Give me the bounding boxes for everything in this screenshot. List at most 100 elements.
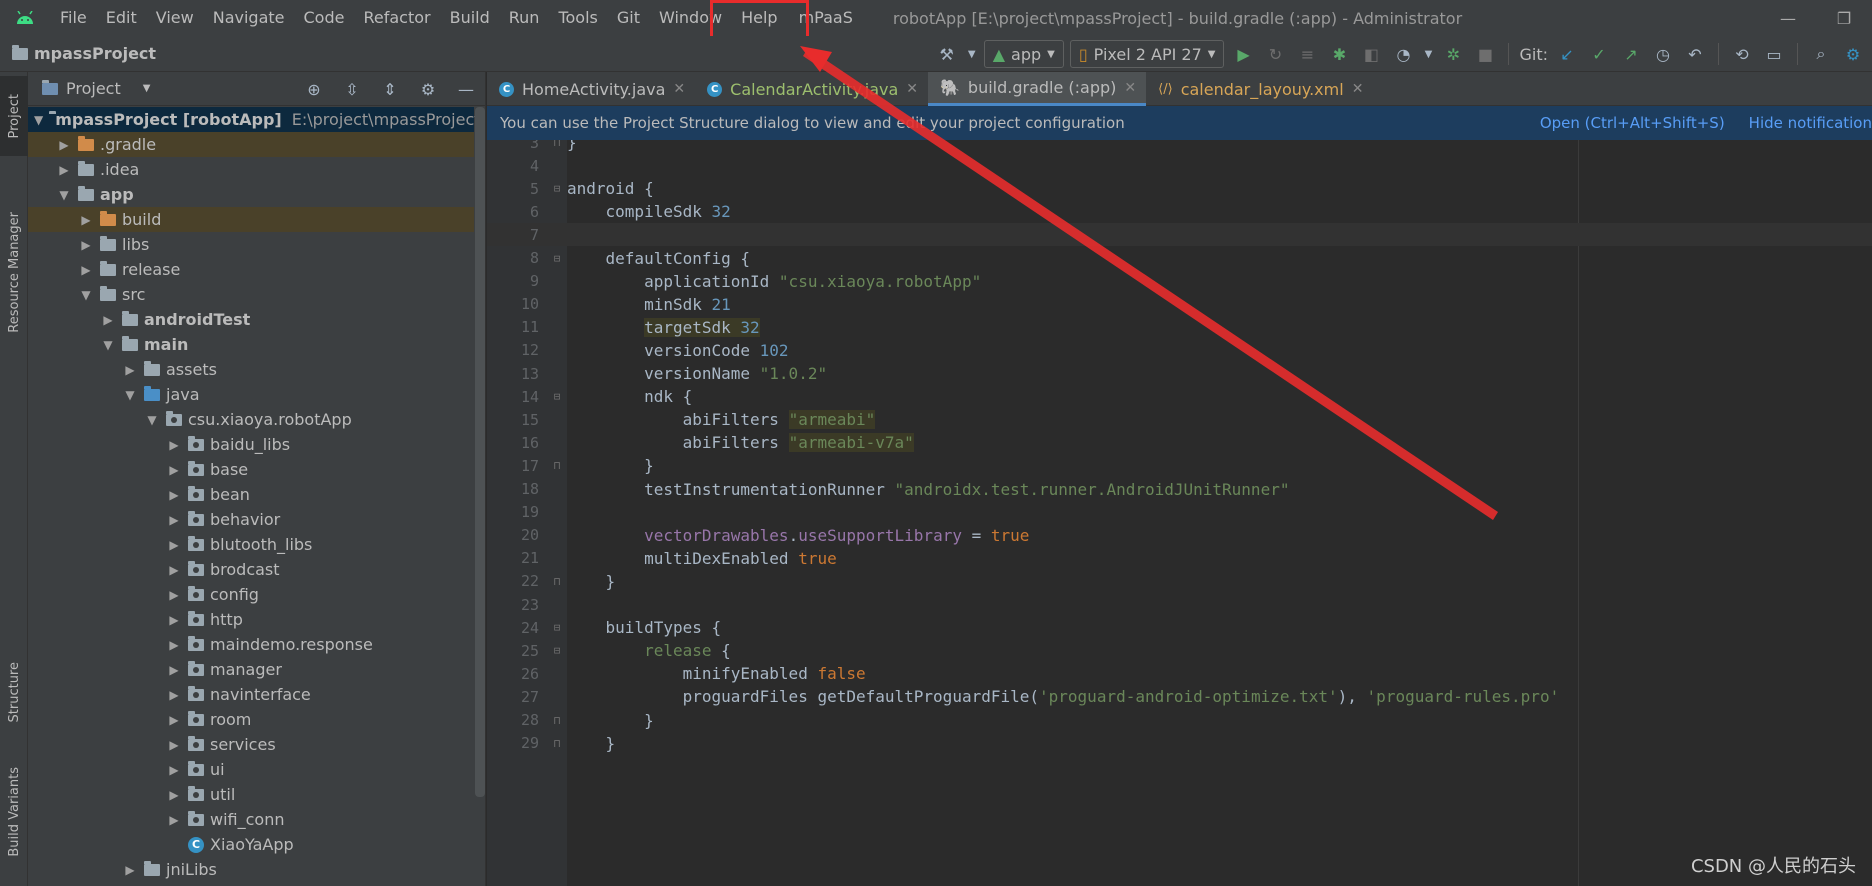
tab-calendar-activity[interactable]: C CalendarActivity.java ✕ [695, 72, 928, 106]
chevron-right-icon[interactable]: ▶ [166, 788, 182, 802]
project-tool-tab[interactable]: Project [0, 76, 28, 156]
tree-item[interactable]: ▶ libs [28, 232, 474, 257]
tree-item[interactable]: ▶ config [28, 582, 474, 607]
tree-item[interactable]: ▼ java [28, 382, 474, 407]
code-line[interactable]: 18 testInstrumentationRunner "androidx.t… [487, 478, 1872, 501]
build-variants-tab[interactable]: Build Variants [0, 752, 28, 872]
chevron-right-icon[interactable]: ▶ [166, 688, 182, 702]
search-icon[interactable]: ⌕ [1808, 41, 1834, 67]
tree-item[interactable]: ▶ assets [28, 357, 474, 382]
menu-build[interactable]: Build [440, 0, 499, 36]
close-icon[interactable]: ✕ [1124, 80, 1136, 96]
device-selector[interactable]: ▯ Pixel 2 API 27 ▼ [1069, 40, 1225, 68]
tree-root[interactable]: ▼ mpassProject [robotApp] E:\project\mpa… [28, 107, 481, 132]
menu-view[interactable]: View [146, 0, 203, 36]
chevron-down-icon[interactable]: ▼ [144, 413, 160, 427]
fold-marker-icon[interactable]: ⊟ [547, 182, 567, 195]
chevron-right-icon[interactable]: ▶ [166, 738, 182, 752]
menu-git[interactable]: Git [607, 0, 649, 36]
open-project-structure-link[interactable]: Open (Ctrl+Alt+Shift+S) [1540, 114, 1725, 132]
close-icon[interactable]: ✕ [1352, 81, 1364, 97]
chevron-right-icon[interactable]: ▶ [166, 613, 182, 627]
chevron-down-icon[interactable]: ▼ [122, 388, 138, 402]
menu-file[interactable]: File [50, 0, 96, 36]
restore-button[interactable]: ❐ [1816, 9, 1872, 28]
code-line[interactable]: 4 [487, 154, 1872, 177]
debug-bug-icon[interactable]: ✱ [1326, 41, 1352, 67]
chevron-down-icon[interactable]: ▼ [100, 338, 116, 352]
code-line[interactable]: 3 ⊓} [487, 140, 1872, 154]
chevron-right-icon[interactable]: ▶ [166, 463, 182, 477]
close-icon[interactable]: ✕ [673, 81, 685, 97]
tree-item[interactable]: ▶ .gradle [28, 132, 474, 157]
locate-file-icon[interactable]: ⊕ [301, 76, 327, 102]
code-line[interactable]: 24 ⊟ buildTypes { [487, 616, 1872, 639]
tree-scrollbar[interactable] [475, 107, 485, 797]
resource-manager-tab[interactable]: Resource Manager [0, 172, 28, 372]
tree-item[interactable]: ▶ ui [28, 757, 474, 782]
menu-tools[interactable]: Tools [548, 0, 606, 36]
structure-tab[interactable]: Structure [0, 642, 28, 742]
hide-notification-link[interactable]: Hide notification [1749, 114, 1872, 132]
code-line[interactable]: 13 versionName "1.0.2" [487, 362, 1872, 385]
fold-marker-icon[interactable]: ⊟ [547, 621, 567, 634]
fold-marker-icon[interactable]: ⊟ [547, 390, 567, 403]
tree-item[interactable]: ▶ .idea [28, 157, 474, 182]
tab-calendar-layout-xml[interactable]: ⟨/⟩ calendar_layouy.xml ✕ [1146, 72, 1373, 106]
code-line[interactable]: 19 [487, 501, 1872, 524]
tree-item[interactable]: ▶ manager [28, 657, 474, 682]
menu-refactor[interactable]: Refactor [353, 0, 439, 36]
fold-marker-icon[interactable]: ⊓ [547, 459, 567, 472]
fold-marker-icon[interactable]: ⊟ [547, 252, 567, 265]
git-history-icon[interactable]: ◷ [1650, 41, 1676, 67]
code-line[interactable]: 10 minSdk 21 [487, 293, 1872, 316]
tree-item[interactable]: ▼ app [28, 182, 474, 207]
code-line[interactable]: 9 applicationId "csu.xiaoya.robotApp" [487, 270, 1872, 293]
tree-item[interactable]: ▶ release [28, 257, 474, 282]
fold-marker-icon[interactable]: ⊓ [547, 714, 567, 727]
git-push-icon[interactable]: ↗ [1618, 41, 1644, 67]
chevron-right-icon[interactable]: ▶ [166, 763, 182, 777]
code-line[interactable]: 26 minifyEnabled false [487, 662, 1872, 685]
tree-item[interactable]: ▶ bean [28, 482, 474, 507]
apply-changes-icon[interactable]: ≡ [1294, 41, 1320, 67]
tree-item[interactable]: ▶ base [28, 457, 474, 482]
tree-item[interactable]: ▶ behavior [28, 507, 474, 532]
chevron-right-icon[interactable]: ▶ [78, 263, 94, 277]
code-line[interactable]: 29 ⊓ } [487, 732, 1872, 755]
sync-gradle-icon[interactable]: ⟲ [1729, 41, 1755, 67]
code-line[interactable]: 25 ⊟ release { [487, 639, 1872, 662]
chevron-down-icon[interactable]: ▼ [56, 188, 72, 202]
menu-mpaas[interactable]: mPaaS [789, 0, 863, 36]
tree-item[interactable]: ▼ main [28, 332, 474, 357]
settings-gear-icon[interactable]: ⚙ [1840, 41, 1866, 67]
menu-window[interactable]: Window [649, 0, 731, 36]
tree-item[interactable]: ▶ maindemo.response [28, 632, 474, 657]
git-commit-icon[interactable]: ✓ [1586, 41, 1612, 67]
tree-item[interactable]: ▶ blutooth_libs [28, 532, 474, 557]
chevron-right-icon[interactable]: ▶ [56, 138, 72, 152]
fold-marker-icon[interactable]: ⊟ [547, 644, 567, 657]
device-manager-icon[interactable]: ▭ [1761, 41, 1787, 67]
tab-build-gradle[interactable]: 🐘 build.gradle (:app) ✕ [928, 72, 1147, 106]
code-line[interactable]: 14 ⊟ ndk { [487, 385, 1872, 408]
chevron-down-icon[interactable]: ▼ [143, 83, 151, 94]
chevron-right-icon[interactable]: ▶ [166, 488, 182, 502]
chevron-down-icon[interactable]: ▼ [966, 41, 978, 67]
tree-item[interactable]: ▶ wifi_conn [28, 807, 474, 832]
fold-marker-icon[interactable]: ⊓ [547, 140, 567, 149]
tree-item[interactable]: ▼ src [28, 282, 474, 307]
menu-edit[interactable]: Edit [96, 0, 146, 36]
attach-debugger-icon[interactable]: ◧ [1358, 41, 1384, 67]
chevron-right-icon[interactable]: ▶ [166, 513, 182, 527]
code-line[interactable]: 8 ⊟ defaultConfig { [487, 247, 1872, 270]
chevron-right-icon[interactable]: ▶ [166, 813, 182, 827]
hide-panel-icon[interactable]: — [453, 76, 479, 102]
menu-run[interactable]: Run [499, 0, 549, 36]
code-line[interactable]: 6 compileSdk 32 [487, 200, 1872, 223]
code-line[interactable]: 15 abiFilters "armeabi" [487, 408, 1872, 431]
code-line[interactable]: 11 targetSdk 32 [487, 316, 1872, 339]
chevron-down-icon[interactable]: ▼ [1422, 41, 1434, 67]
chevron-right-icon[interactable]: ▶ [122, 863, 138, 877]
chevron-right-icon[interactable]: ▶ [100, 313, 116, 327]
